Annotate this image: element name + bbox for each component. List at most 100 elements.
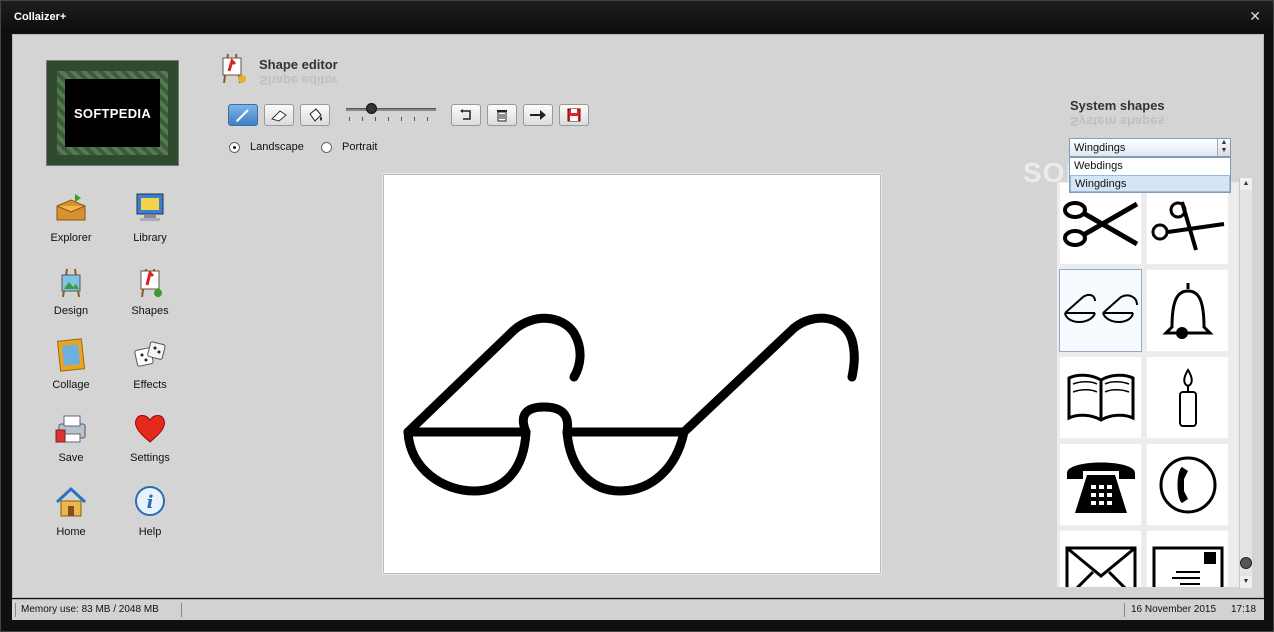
- trash-icon: [497, 110, 507, 122]
- arrow-right-icon: [530, 110, 546, 120]
- window-title: Collaizer+: [14, 11, 67, 23]
- app-window: Collaizer+ ✕ SOFTPEDIA Explorer Library …: [0, 0, 1274, 632]
- shape-tile[interactable]: [1146, 530, 1229, 587]
- nav-design[interactable]: Design: [36, 263, 106, 317]
- shape-tile[interactable]: [1059, 356, 1142, 439]
- open-book-icon: [1067, 373, 1134, 422]
- floppy-disk-icon: [567, 108, 581, 122]
- status-date: 16 November 2015: [1131, 604, 1217, 615]
- nav-label: Save: [58, 452, 84, 464]
- landscape-radio[interactable]: Landscape: [229, 141, 304, 153]
- svg-text:i: i: [147, 492, 154, 513]
- portrait-label: Portrait: [342, 141, 378, 153]
- page-title-reflection: Shape editor: [259, 73, 338, 88]
- radio-indicator[interactable]: [321, 141, 332, 153]
- home-icon: [55, 486, 87, 517]
- shape-grid: [1057, 182, 1245, 587]
- eraser-icon: [271, 110, 287, 122]
- glasses-shape: [403, 313, 859, 496]
- shape-tile[interactable]: [1146, 443, 1229, 526]
- radio-selected-indicator[interactable]: [229, 141, 240, 153]
- letter-icon: [1152, 546, 1223, 587]
- paint-bucket-icon: [309, 108, 322, 122]
- shape-editor-icon: [222, 53, 246, 84]
- pen-tool-button[interactable]: [228, 104, 258, 126]
- status-time: 17:18: [1231, 604, 1257, 615]
- brush-size-slider[interactable]: [346, 103, 438, 125]
- shape-tile[interactable]: [1146, 269, 1229, 352]
- memory-usage: Memory use: 83 MB / 2048 MB: [21, 604, 159, 615]
- nav-label: Design: [53, 305, 89, 317]
- nav-home[interactable]: Home: [36, 484, 106, 538]
- nav-label: Home: [56, 526, 86, 538]
- delete-button[interactable]: [487, 104, 517, 126]
- shape-tile[interactable]: [1059, 530, 1142, 587]
- library-icon: [136, 193, 164, 221]
- title-bar: Collaizer+ ✕: [1, 1, 1273, 33]
- system-shapes-title: System shapes: [1070, 98, 1165, 113]
- save-icon: [55, 415, 86, 443]
- system-shapes-title-reflection: System shapes: [1070, 114, 1165, 129]
- logo-text: SOFTPEDIA: [65, 79, 160, 147]
- eraser-tool-button[interactable]: [264, 104, 294, 126]
- save-shape-button[interactable]: [559, 104, 589, 126]
- scissors-icon: [1062, 200, 1138, 247]
- nav-effects[interactable]: Effects: [115, 337, 185, 391]
- font-select[interactable]: Wingdings ▲ ▼: [1069, 138, 1231, 157]
- main-panel: SOFTPEDIA Explorer Library Design Shapes…: [12, 34, 1264, 598]
- shape-tile-selected[interactable]: [1059, 269, 1142, 352]
- fill-tool-button[interactable]: [300, 104, 330, 126]
- slider-thumb[interactable]: [366, 103, 377, 114]
- dropdown-option-webdings[interactable]: Webdings: [1070, 158, 1230, 175]
- nav-help[interactable]: i Help: [115, 484, 185, 538]
- nav-label: Explorer: [50, 232, 92, 244]
- forward-button[interactable]: [523, 104, 553, 126]
- nav-label: Shapes: [131, 305, 169, 317]
- dropdown-option-wingdings[interactable]: Wingdings: [1070, 175, 1230, 192]
- font-dropdown-list: Webdings Wingdings: [1069, 157, 1231, 193]
- page-title: Shape editor: [259, 57, 338, 72]
- nav-save[interactable]: Save: [36, 410, 106, 464]
- help-icon: i: [135, 486, 165, 516]
- phone-circle-icon: [1159, 456, 1216, 513]
- shapes-icon: [140, 268, 162, 298]
- close-icon[interactable]: ✕: [1249, 8, 1261, 25]
- dropdown-arrow-icon[interactable]: ▲ ▼: [1217, 139, 1230, 156]
- nav-shapes[interactable]: Shapes: [115, 263, 185, 317]
- explorer-icon: [56, 194, 86, 221]
- collage-icon: [56, 338, 86, 372]
- nav-label: Library: [133, 232, 167, 244]
- font-select-value: Wingdings: [1074, 142, 1126, 154]
- scroll-down-icon[interactable]: ▼: [1240, 576, 1252, 588]
- nav-label: Collage: [52, 379, 90, 391]
- undo-icon: [460, 109, 471, 120]
- bell-icon: [1161, 282, 1214, 339]
- nav-collage[interactable]: Collage: [36, 337, 106, 391]
- portrait-radio[interactable]: Portrait: [321, 141, 377, 153]
- shape-tile[interactable]: [1146, 182, 1229, 265]
- scissors-open-icon: [1151, 200, 1224, 251]
- envelope-icon: [1065, 546, 1136, 587]
- nav-label: Help: [138, 526, 162, 538]
- shape-grid-scrollbar[interactable]: ▲ ▼: [1239, 178, 1252, 588]
- nav-explorer[interactable]: Explorer: [36, 190, 106, 244]
- design-icon: [61, 268, 81, 298]
- drawing-canvas[interactable]: [383, 174, 881, 574]
- undo-button[interactable]: [451, 104, 481, 126]
- landscape-label: Landscape: [250, 141, 304, 153]
- candle-icon: [1178, 367, 1197, 427]
- shape-tile[interactable]: [1059, 443, 1142, 526]
- shape-tile[interactable]: [1059, 182, 1142, 265]
- nav-settings[interactable]: Settings: [115, 410, 185, 464]
- effects-icon: [134, 341, 166, 367]
- nav-label: Settings: [130, 452, 170, 464]
- pen-icon: [236, 109, 249, 122]
- scroll-thumb[interactable]: [1240, 557, 1252, 569]
- shape-tile[interactable]: [1146, 356, 1229, 439]
- telephone-icon: [1066, 462, 1135, 513]
- scroll-up-icon[interactable]: ▲: [1240, 178, 1252, 190]
- settings-icon: [135, 415, 165, 443]
- nav-library[interactable]: Library: [115, 190, 185, 244]
- logo: SOFTPEDIA: [46, 60, 179, 166]
- status-bar: Memory use: 83 MB / 2048 MB 16 November …: [12, 599, 1264, 620]
